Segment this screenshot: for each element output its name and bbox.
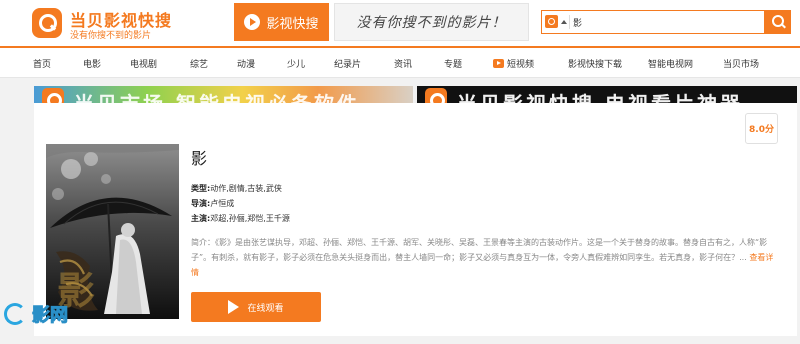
movie-poster[interactable]: 影 [46,144,179,319]
movie-cast: 主演:邓超,孙俪,郑恺,王千源 [191,214,290,223]
video-icon [493,59,504,68]
source-select-icon[interactable] [545,15,558,28]
play-icon [228,300,240,314]
promo-banner-right[interactable]: 当贝影视快搜 电视看片神器 [417,86,797,103]
movie-type: 类型:动作,剧情,古装,武侠 [191,184,282,193]
app-icon [425,88,447,103]
play-icon [244,14,261,30]
site-header: 当贝影视快搜 没有你搜不到的影片 影视快搜 没有你搜不到的影片！ [0,0,800,46]
nav-item-topics[interactable]: 专题 [444,57,462,70]
logo-subtitle: 没有你搜不到的影片 [70,31,152,41]
site-logo[interactable]: 当贝影视快搜 没有你搜不到的影片 [32,6,182,41]
promo-text-left: 当贝市场 智能电视必备软件 [74,88,360,103]
search-divider [569,15,570,29]
movie-director: 导演:卢恒成 [191,199,235,208]
nav-item-short-video[interactable]: 短视频 [493,57,534,70]
rating-badge: 8.0分 [745,113,778,144]
nav-item-news[interactable]: 资讯 [394,57,412,70]
search-box [541,10,765,34]
nav-item-market[interactable]: 当贝市场 [723,57,759,70]
poster-image: 影 [46,144,179,319]
movie-title: 影 [191,149,208,168]
movie-description: 简介：《影》是由张艺谋执导，邓超、孙俪、郑恺、王千源、胡军、关晓彤、吴磊、王景春… [191,238,774,277]
nav-item-download[interactable]: 影视快搜下载 [568,57,622,70]
caret-up-icon[interactable] [561,20,567,24]
watch-online-button[interactable]: 在线观看 [191,292,321,322]
watch-button-label: 在线观看 [247,303,284,314]
nav-item-documentary[interactable]: 纪录片 [334,57,361,70]
nav-item-home[interactable]: 首页 [33,57,51,70]
brand-button-label: 影视快搜 [266,16,319,32]
promo-banner-left[interactable]: 当贝市场 智能电视必备软件 [34,86,413,103]
app-icon [42,88,64,103]
nav-item-kids[interactable]: 少儿 [287,57,305,70]
search-input[interactable] [573,13,758,31]
search-button[interactable] [765,10,791,34]
watermark-logo-icon [4,303,26,325]
promo-text-right: 当贝影视快搜 电视看片神器 [457,88,743,103]
nav-item-movies[interactable]: 电影 [83,57,101,70]
slogan-banner: 没有你搜不到的影片！ [334,3,529,41]
nav-item-tv[interactable]: 电视剧 [130,57,157,70]
logo-icon [32,8,62,38]
nav-item-variety[interactable]: 综艺 [190,57,208,70]
brand-search-button[interactable]: 影视快搜 [234,3,329,41]
nav-item-anime[interactable]: 动漫 [237,57,255,70]
main-nav: 首页 电影 电视剧 综艺 动漫 少儿 纪录片 资讯 专题 短视频 影视快搜下载 … [0,48,800,78]
nav-item-smart-tv[interactable]: 智能电视网 [648,57,693,70]
